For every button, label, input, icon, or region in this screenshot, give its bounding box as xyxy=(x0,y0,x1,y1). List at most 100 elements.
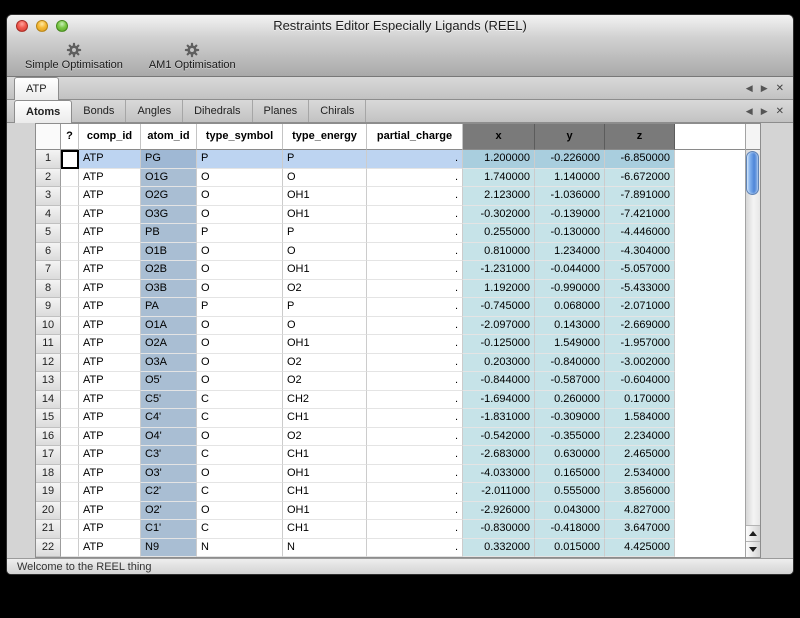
cell-type-symbol[interactable]: O xyxy=(197,428,283,447)
row-number[interactable]: 7 xyxy=(36,261,61,280)
cell-partial-charge[interactable]: . xyxy=(367,539,463,558)
cell-flag[interactable] xyxy=(61,335,79,354)
table-row[interactable]: 4ATPO3GOOH1.-0.302000-0.139000-7.421000 xyxy=(36,206,745,225)
row-number[interactable]: 1 xyxy=(36,150,61,169)
cell-comp-id[interactable]: ATP xyxy=(79,483,141,502)
cell-type-energy[interactable]: OH1 xyxy=(283,465,367,484)
cell-atom-id[interactable]: O2B xyxy=(141,261,197,280)
cell-x[interactable]: -0.830000 xyxy=(463,520,535,539)
vertical-scrollbar[interactable] xyxy=(745,124,760,557)
scroll-down-button[interactable] xyxy=(746,541,760,557)
cell-y[interactable]: 0.260000 xyxy=(535,391,605,410)
cell-z[interactable]: -6.850000 xyxy=(605,150,675,169)
cell-partial-charge[interactable]: . xyxy=(367,224,463,243)
row-number[interactable]: 8 xyxy=(36,280,61,299)
cell-comp-id[interactable]: ATP xyxy=(79,502,141,521)
cell-partial-charge[interactable]: . xyxy=(367,446,463,465)
cell-type-symbol[interactable]: C xyxy=(197,391,283,410)
cell-atom-id[interactable]: C2' xyxy=(141,483,197,502)
cell-partial-charge[interactable]: . xyxy=(367,483,463,502)
cell-x[interactable]: 2.123000 xyxy=(463,187,535,206)
cell-type-energy[interactable]: O xyxy=(283,317,367,336)
row-number[interactable]: 12 xyxy=(36,354,61,373)
cell-type-symbol[interactable]: C xyxy=(197,446,283,465)
cell-comp-id[interactable]: ATP xyxy=(79,187,141,206)
cell-type-energy[interactable]: OH1 xyxy=(283,206,367,225)
cell-y[interactable]: -0.840000 xyxy=(535,354,605,373)
cell-type-energy[interactable]: N xyxy=(283,539,367,558)
table-row[interactable]: 17ATPC3'CCH1.-2.6830000.6300002.465000 xyxy=(36,446,745,465)
cell-y[interactable]: -0.418000 xyxy=(535,520,605,539)
cell-flag[interactable] xyxy=(61,409,79,428)
cell-comp-id[interactable]: ATP xyxy=(79,465,141,484)
cell-y[interactable]: 1.140000 xyxy=(535,169,605,188)
cell-type-symbol[interactable]: O xyxy=(197,502,283,521)
table-row[interactable]: 9ATPPAPP.-0.7450000.068000-2.071000 xyxy=(36,298,745,317)
scroll-up-button[interactable] xyxy=(746,525,760,541)
cell-flag[interactable] xyxy=(61,391,79,410)
cell-comp-id[interactable]: ATP xyxy=(79,280,141,299)
tab-angles[interactable]: Angles xyxy=(126,100,183,122)
tab-planes[interactable]: Planes xyxy=(253,100,310,122)
cell-flag[interactable] xyxy=(61,150,79,169)
cell-type-energy[interactable]: P xyxy=(283,298,367,317)
cell-z[interactable]: 1.584000 xyxy=(605,409,675,428)
row-number[interactable]: 3 xyxy=(36,187,61,206)
column-header-y[interactable]: y xyxy=(535,124,605,150)
cell-type-energy[interactable]: OH1 xyxy=(283,502,367,521)
cell-partial-charge[interactable]: . xyxy=(367,391,463,410)
cell-z[interactable]: 4.827000 xyxy=(605,502,675,521)
column-header-comp-id[interactable]: comp_id xyxy=(79,124,141,150)
cell-atom-id[interactable]: PG xyxy=(141,150,197,169)
row-number[interactable]: 15 xyxy=(36,409,61,428)
cell-atom-id[interactable]: O5' xyxy=(141,372,197,391)
cell-flag[interactable] xyxy=(61,317,79,336)
table-row[interactable]: 19ATPC2'CCH1.-2.0110000.5550003.856000 xyxy=(36,483,745,502)
cell-partial-charge[interactable]: . xyxy=(367,150,463,169)
cell-partial-charge[interactable]: . xyxy=(367,243,463,262)
cell-comp-id[interactable]: ATP xyxy=(79,224,141,243)
table-row[interactable]: 3ATPO2GOOH1.2.123000-1.036000-7.891000 xyxy=(36,187,745,206)
cell-type-energy[interactable]: OH1 xyxy=(283,261,367,280)
cell-atom-id[interactable]: O1A xyxy=(141,317,197,336)
cell-atom-id[interactable]: PB xyxy=(141,224,197,243)
table-row[interactable]: 11ATPO2AOOH1.-0.1250001.549000-1.957000 xyxy=(36,335,745,354)
cell-atom-id[interactable]: C1' xyxy=(141,520,197,539)
cell-flag[interactable] xyxy=(61,224,79,243)
cell-y[interactable]: -0.226000 xyxy=(535,150,605,169)
cell-atom-id[interactable]: O3' xyxy=(141,465,197,484)
cell-partial-charge[interactable]: . xyxy=(367,169,463,188)
cell-type-energy[interactable]: P xyxy=(283,150,367,169)
cell-z[interactable]: -0.604000 xyxy=(605,372,675,391)
cell-type-symbol[interactable]: O xyxy=(197,280,283,299)
cell-type-energy[interactable]: CH1 xyxy=(283,520,367,539)
cell-partial-charge[interactable]: . xyxy=(367,317,463,336)
cell-comp-id[interactable]: ATP xyxy=(79,169,141,188)
row-number[interactable]: 18 xyxy=(36,465,61,484)
cell-x[interactable]: -1.694000 xyxy=(463,391,535,410)
cell-comp-id[interactable]: ATP xyxy=(79,298,141,317)
cell-type-symbol[interactable]: C xyxy=(197,520,283,539)
cell-x[interactable]: 0.203000 xyxy=(463,354,535,373)
cell-type-symbol[interactable]: O xyxy=(197,206,283,225)
cell-atom-id[interactable]: PA xyxy=(141,298,197,317)
cell-type-symbol[interactable]: P xyxy=(197,224,283,243)
cell-flag[interactable] xyxy=(61,372,79,391)
cell-type-symbol[interactable]: O xyxy=(197,335,283,354)
cell-atom-id[interactable]: O3G xyxy=(141,206,197,225)
cell-flag[interactable] xyxy=(61,187,79,206)
scrollbar-thumb[interactable] xyxy=(746,151,759,195)
cell-comp-id[interactable]: ATP xyxy=(79,354,141,373)
cell-x[interactable]: 1.200000 xyxy=(463,150,535,169)
cell-z[interactable]: -7.891000 xyxy=(605,187,675,206)
row-number[interactable]: 21 xyxy=(36,520,61,539)
cell-type-symbol[interactable]: N xyxy=(197,539,283,558)
cell-y[interactable]: 0.165000 xyxy=(535,465,605,484)
table-row[interactable]: 22ATPN9NN.0.3320000.0150004.425000 xyxy=(36,539,745,558)
column-header-type-symbol[interactable]: type_symbol xyxy=(197,124,283,150)
cell-type-energy[interactable]: O2 xyxy=(283,280,367,299)
cell-partial-charge[interactable]: . xyxy=(367,298,463,317)
cell-x[interactable]: 1.192000 xyxy=(463,280,535,299)
cell-y[interactable]: 0.015000 xyxy=(535,539,605,558)
table-row[interactable]: 20ATPO2'OOH1.-2.9260000.0430004.827000 xyxy=(36,502,745,521)
